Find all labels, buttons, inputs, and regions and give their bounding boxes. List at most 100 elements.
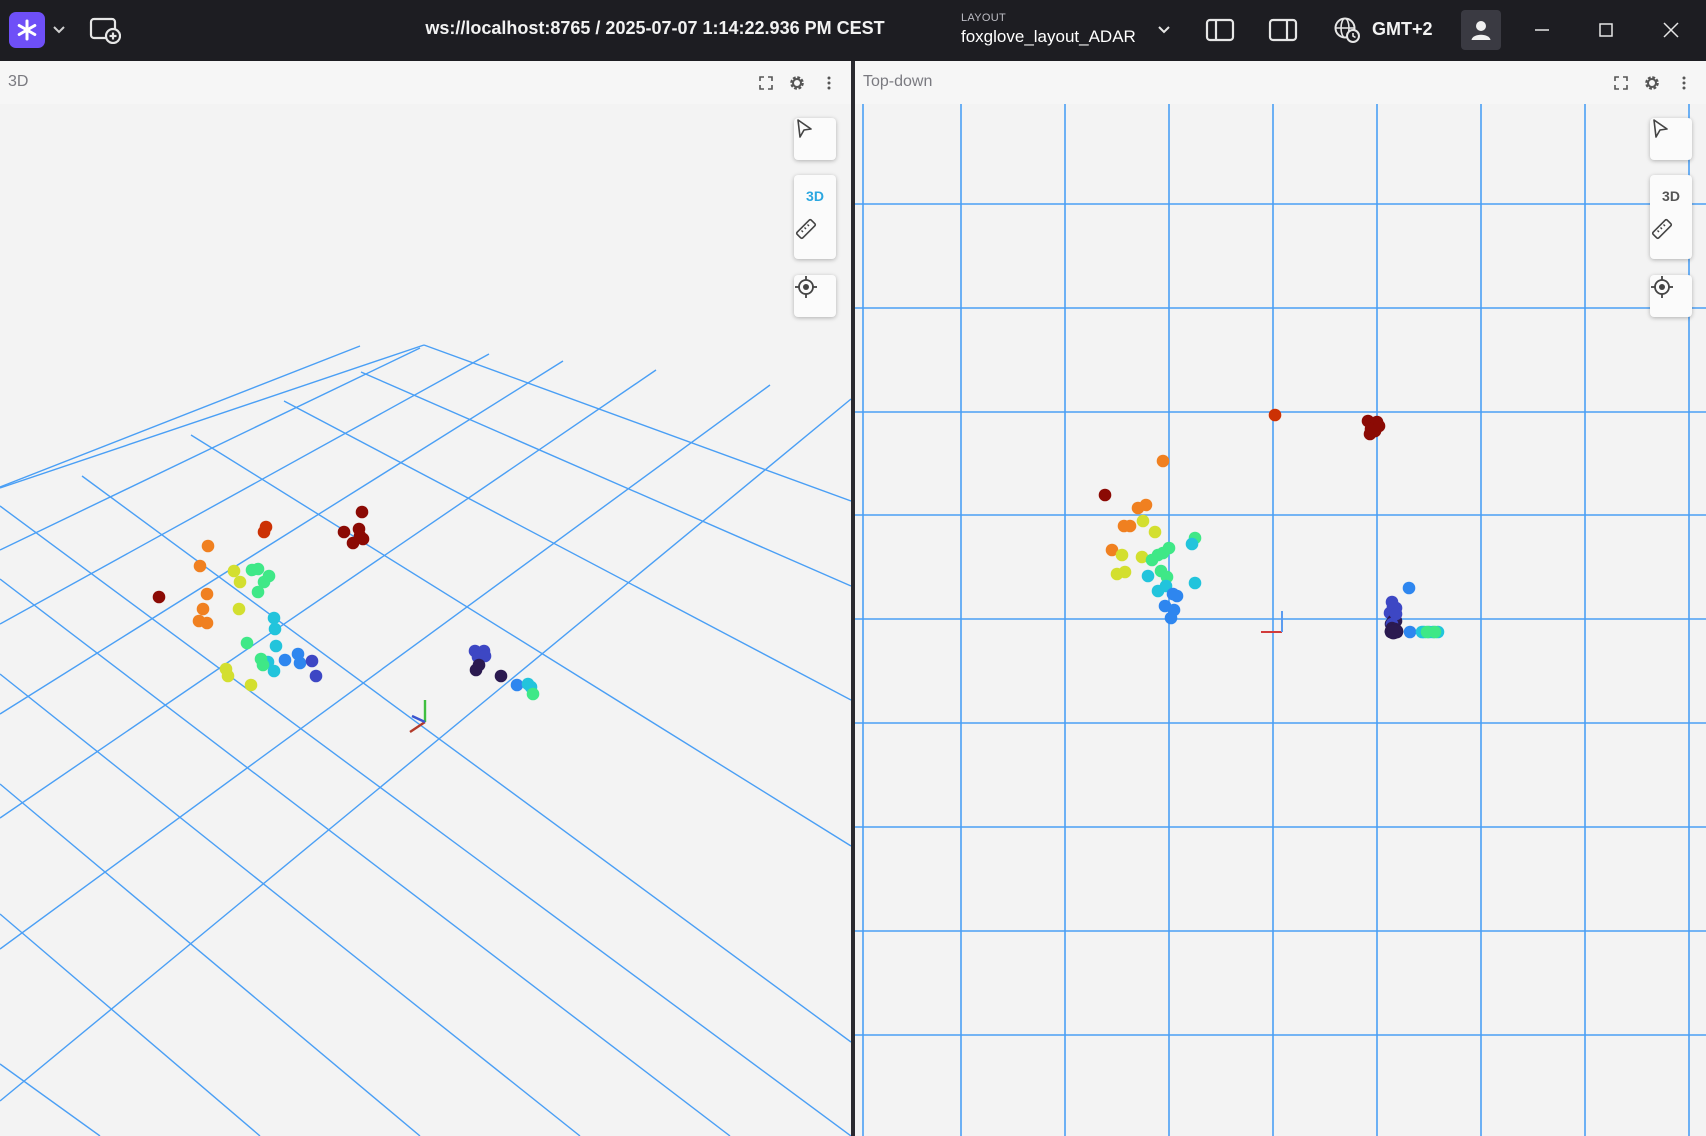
point-marker [200, 616, 214, 630]
left-sidebar-icon[interactable] [1204, 14, 1236, 46]
scene-3d-canvas[interactable] [0, 104, 851, 1136]
layout-caption: LAYOUT [961, 12, 1006, 24]
more-vertical-icon[interactable] [1673, 72, 1695, 94]
view-toolbar: 3D [794, 175, 836, 259]
point-marker [510, 678, 524, 692]
point-marker [1185, 537, 1199, 551]
scene-viewport-3d[interactable]: 3D [0, 104, 851, 1136]
maximize-icon[interactable] [1590, 14, 1622, 46]
new-window-icon[interactable] [87, 14, 123, 46]
cursor-icon[interactable] [794, 118, 836, 160]
point-marker [233, 575, 247, 589]
view-mode-label: 3D [1662, 188, 1680, 204]
cursor-icon[interactable] [1650, 118, 1692, 160]
interact-toolbar [794, 118, 836, 160]
point-marker [305, 654, 319, 668]
point-marker [251, 562, 265, 576]
panel-top-down: Top-down 3D [855, 61, 1706, 1136]
foxglove-logo-icon[interactable] [9, 12, 45, 48]
follow-toolbar [1650, 275, 1692, 317]
view-mode-toggle[interactable]: 3D [1650, 175, 1692, 217]
point-marker [267, 664, 281, 678]
app-window: ws://localhost:8765 / 2025-07-07 1:14:22… [0, 0, 1706, 1136]
minimize-icon[interactable] [1526, 14, 1558, 46]
point-marker [1151, 584, 1165, 598]
more-vertical-icon[interactable] [818, 72, 840, 94]
point-marker [259, 520, 273, 534]
grid-line [0, 398, 851, 1102]
point-marker [269, 639, 283, 653]
title-bar: ws://localhost:8765 / 2025-07-07 1:14:22… [0, 0, 1706, 61]
fullscreen-icon[interactable] [1610, 72, 1632, 94]
point-marker [227, 564, 241, 578]
panel-header: Top-down [855, 61, 1706, 104]
grid-line [0, 913, 261, 1136]
close-icon[interactable] [1655, 14, 1687, 46]
grid-line [0, 578, 731, 1136]
point-marker [267, 611, 281, 625]
point-marker [1139, 498, 1153, 512]
point-marker [337, 525, 351, 539]
panel-header: 3D [0, 61, 851, 104]
point-marker [1387, 624, 1401, 638]
grid-line [423, 344, 851, 502]
point-marker [251, 585, 265, 599]
point-marker [201, 539, 215, 553]
panel-title[interactable]: 3D [8, 73, 28, 91]
point-marker [278, 653, 292, 667]
point-marker [356, 532, 370, 546]
globe-clock-icon[interactable] [1333, 15, 1361, 45]
point-marker [1268, 408, 1282, 422]
view-mode-toggle[interactable]: 3D [794, 175, 836, 217]
layout-name[interactable]: foxglove_layout_ADAR [961, 27, 1136, 47]
point-marker [526, 687, 540, 701]
grid-line [0, 673, 581, 1136]
point-marker [1145, 553, 1159, 567]
point-marker [1141, 569, 1155, 583]
point-marker [152, 590, 166, 604]
gear-icon[interactable] [786, 72, 808, 94]
grid-line [0, 783, 421, 1136]
point-marker [244, 678, 258, 692]
timezone-label[interactable]: GMT+2 [1372, 19, 1433, 40]
point-marker [309, 669, 323, 683]
point-marker [1162, 541, 1176, 555]
point-marker [1156, 454, 1170, 468]
point-marker [1117, 519, 1131, 533]
point-marker [200, 587, 214, 601]
point-marker [1148, 525, 1162, 539]
ruler-icon[interactable] [794, 217, 836, 259]
crosshair-icon[interactable] [794, 275, 836, 317]
point-marker [1118, 565, 1132, 579]
crosshair-icon[interactable] [1650, 275, 1692, 317]
point-marker [1164, 611, 1178, 625]
connection-status[interactable]: ws://localhost:8765 / 2025-07-07 1:14:22… [390, 18, 920, 39]
user-icon[interactable] [1461, 10, 1501, 50]
panel-title[interactable]: Top-down [863, 73, 932, 91]
view-toolbar: 3D [1650, 175, 1692, 259]
point-marker [1389, 607, 1403, 621]
point-marker [1098, 488, 1112, 502]
panel-3d: 3D 3D [0, 61, 851, 1136]
interact-toolbar [1650, 118, 1692, 160]
grid-line [0, 505, 851, 1136]
app-menu-chevron-down-icon[interactable] [50, 20, 68, 40]
point-marker [268, 622, 282, 636]
point-marker [221, 669, 235, 683]
point-marker [262, 569, 276, 583]
grid-line [190, 434, 851, 847]
point-marker [196, 602, 210, 616]
scene-viewport-top-down[interactable]: 3D [855, 104, 1706, 1136]
grid-line [0, 1063, 101, 1136]
grid-line [0, 347, 421, 551]
layout-chevron-down-icon[interactable] [1154, 20, 1174, 40]
ruler-icon[interactable] [1650, 217, 1692, 259]
point-marker [469, 663, 483, 677]
point-marker [1136, 514, 1150, 528]
fullscreen-icon[interactable] [755, 72, 777, 94]
gear-icon[interactable] [1641, 72, 1663, 94]
scene-top-down-canvas[interactable] [855, 104, 1706, 1136]
point-marker [355, 505, 369, 519]
point-marker [1403, 625, 1417, 639]
right-sidebar-icon[interactable] [1267, 14, 1299, 46]
